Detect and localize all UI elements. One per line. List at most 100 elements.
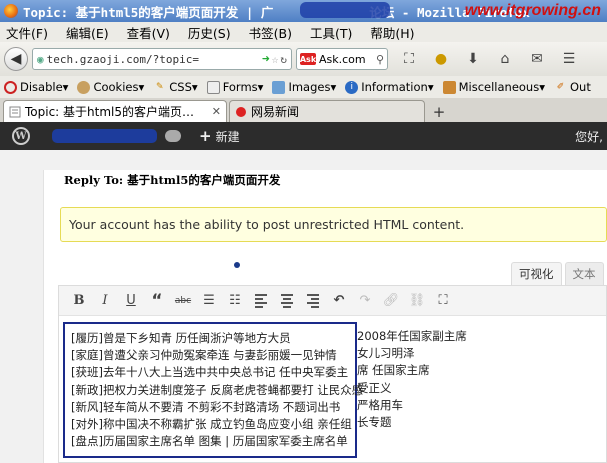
dot-marker: [234, 262, 240, 268]
editor-line-continued: 2008年任国家副主席: [357, 329, 467, 343]
close-icon[interactable]: ✕: [212, 105, 221, 118]
redaction-mark: [300, 2, 390, 18]
howdy-user[interactable]: 您好,: [575, 128, 603, 145]
netease-favicon-icon: [236, 106, 246, 117]
back-icon[interactable]: ◀: [4, 47, 28, 71]
devbar-outline[interactable]: ✐ Out: [554, 80, 591, 94]
reply-title: Reply To: 基于html5的客户端页面开发: [64, 173, 281, 187]
tab-strip: Topic: 基于html5的客户端页… ✕ 网易新闻 +: [0, 98, 607, 122]
screenshot-icon[interactable]: ⛶: [398, 48, 420, 70]
devbar-label: Information: [361, 80, 428, 94]
editor-line: [履历]曾是下乡知青 历任闽浙沪等地方大员: [71, 331, 291, 345]
rich-text-editor: B I U “ abc ☰ ☷ ↶ ↷ 🔗︎ ⛓︎ ⛶ [履历]曾是下乡知青 历…: [58, 285, 607, 463]
reload-icon[interactable]: ↻: [280, 53, 287, 66]
window-titlebar: Topic: 基于html5的客户端页面开发 | 广 论坛 - Mozilla …: [0, 0, 607, 22]
editor-line: [对外]称中国决不称霸扩张 成立钓鱼岛应变小组 亲任组: [71, 417, 352, 432]
editor-line: [新风]轻车简从不要清 不剪彩不封路清场 不题词出书: [71, 399, 341, 414]
star-icon[interactable]: ☆: [272, 53, 279, 66]
editor-line-continued: 严格用车: [357, 397, 403, 412]
bullet-list-icon[interactable]: ☰: [197, 290, 221, 312]
comment-icon[interactable]: [165, 130, 181, 142]
redo-icon[interactable]: ↷: [353, 290, 377, 312]
tab-label: Topic: 基于html5的客户端页…: [25, 105, 195, 119]
devbar-label: CSS: [169, 80, 192, 94]
site-name-redacted[interactable]: [52, 129, 157, 143]
undo-icon[interactable]: ↶: [327, 290, 351, 312]
numbered-list-icon[interactable]: ☷: [223, 290, 247, 312]
web-developer-toolbar: Disable ▾ Cookies ▾ ✎ CSS ▾ Forms ▾ Images ▾ …: [0, 76, 607, 98]
menu-tools[interactable]: 工具(T): [310, 23, 352, 42]
url-text: tech.gzaoji.com/?topic=: [46, 52, 199, 66]
go-icon[interactable]: ➜: [262, 52, 270, 67]
menu-history[interactable]: 历史(S): [188, 23, 231, 42]
tab-visual[interactable]: 可视化: [511, 262, 562, 285]
editor-mode-tabs: 可视化 文本: [511, 262, 607, 285]
search-icon[interactable]: ⚲: [376, 53, 384, 66]
editor-line-continued: 席 任国家主席: [357, 363, 430, 378]
search-bar[interactable]: Ask Ask.com ⚲: [296, 48, 388, 70]
form-icon: [206, 80, 220, 94]
disable-icon: [4, 80, 17, 94]
info-icon: i: [345, 80, 359, 94]
tab-label: 网易新闻: [251, 105, 300, 119]
image-icon: [272, 80, 286, 94]
devbar-label: Out: [570, 80, 591, 94]
tab-netease-news[interactable]: 网易新闻: [229, 100, 425, 122]
addon-icon[interactable]: ●: [430, 48, 452, 70]
devbar-cookies[interactable]: Cookies ▾: [77, 80, 144, 94]
admin-new-label: 新建: [215, 129, 240, 144]
devbar-label: Cookies: [93, 80, 139, 94]
menu-bookmarks[interactable]: 书签(B): [249, 23, 292, 42]
bold-icon[interactable]: B: [67, 290, 91, 312]
menu-bar: 文件(F) 编辑(E) 查看(V) 历史(S) 书签(B) 工具(T) 帮助(H…: [0, 22, 607, 42]
link-icon[interactable]: 🔗︎: [379, 290, 403, 312]
editor-line: [获班]去年十八大上当选中共中央总书记 任中央军委主: [71, 365, 349, 380]
devbar-label: Forms: [222, 80, 258, 94]
editor-line: [盘点]历届国家主席名单 图集 | 历届国家军委主席名单: [71, 434, 348, 449]
align-right-icon[interactable]: [301, 290, 325, 312]
window-title: Topic: 基于html5的客户端页面开发 | 广: [23, 4, 274, 20]
page-favicon-icon: [9, 106, 21, 117]
strikethrough-icon[interactable]: abc: [171, 290, 195, 312]
align-left-icon[interactable]: [249, 290, 273, 312]
menu-file[interactable]: 文件(F): [6, 23, 48, 42]
outline-pencil-icon: ✐: [556, 82, 565, 92]
devbar-label: Images: [288, 80, 331, 94]
menu-icon[interactable]: ☰: [558, 48, 580, 70]
navigation-toolbar: ◀ ◉ tech.gzaoji.com/?topic= ➜ ☆ ↻ Ask As…: [0, 42, 607, 76]
wordpress-logo-icon[interactable]: W: [12, 127, 30, 145]
ask-icon: Ask: [299, 53, 317, 65]
download-icon[interactable]: ⬇: [462, 48, 484, 70]
devbar-forms[interactable]: Forms ▾: [206, 80, 263, 94]
devbar-css[interactable]: ✎ CSS ▾: [153, 80, 198, 94]
devbar-disable[interactable]: Disable ▾: [4, 80, 68, 94]
wp-admin-bar: W + 新建 您好,: [0, 122, 607, 150]
notice-message: Your account has the ability to post unr…: [60, 207, 607, 242]
italic-icon[interactable]: I: [93, 290, 117, 312]
editor-overflow-text: 2008年任国家副主席 女儿习明泽 席 任国家主席 受正义 严格用车 长专题: [357, 328, 467, 431]
home-icon[interactable]: ⌂: [494, 48, 516, 70]
tab-topic[interactable]: Topic: 基于html5的客户端页… ✕: [3, 100, 227, 122]
menu-edit[interactable]: 编辑(E): [66, 23, 109, 42]
devbar-label: Miscellaneous: [458, 80, 540, 94]
devbar-information[interactable]: i Information ▾: [345, 80, 434, 94]
cookie-icon: [77, 80, 91, 94]
underline-icon[interactable]: U: [119, 290, 143, 312]
editor-line: [新政]把权力关进制度笼子 反腐老虎苍蝇都要打 让民众感: [71, 382, 364, 397]
editor-line-continued: 女儿习明泽: [357, 346, 415, 361]
tab-text[interactable]: 文本: [564, 262, 604, 285]
devbar-images[interactable]: Images ▾: [272, 80, 336, 94]
unlink-icon[interactable]: ⛓︎: [405, 290, 429, 312]
devbar-misc[interactable]: Miscellaneous ▾: [442, 80, 545, 94]
blockquote-icon[interactable]: “: [145, 290, 169, 312]
globe-icon: ◉: [37, 52, 44, 66]
editor-selection[interactable]: [履历]曾是下乡知青 历任闽浙沪等地方大员 [家庭]曾遭父亲习仲勋冤案牵连 与妻…: [63, 322, 364, 458]
new-tab-icon[interactable]: +: [429, 102, 449, 122]
menu-help[interactable]: 帮助(H): [370, 23, 414, 42]
url-bar[interactable]: ◉ tech.gzaoji.com/?topic= ➜ ☆ ↻: [32, 48, 292, 70]
admin-new-button[interactable]: + 新建: [199, 127, 240, 145]
mail-icon[interactable]: ✉: [526, 48, 548, 70]
fullscreen-icon[interactable]: ⛶: [431, 290, 455, 312]
align-center-icon[interactable]: [275, 290, 299, 312]
menu-view[interactable]: 查看(V): [127, 23, 170, 42]
